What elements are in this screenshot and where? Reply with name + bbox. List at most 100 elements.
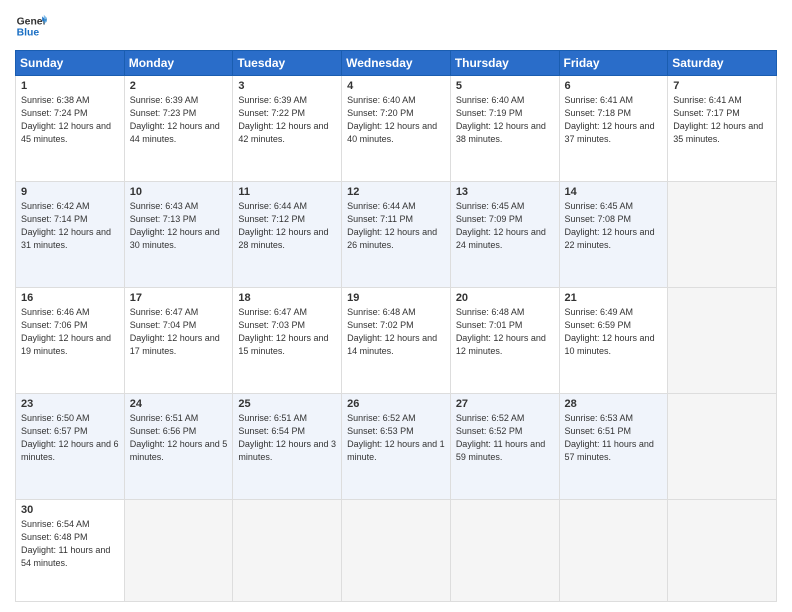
- calendar-cell: 13 Sunrise: 6:45 AMSunset: 7:09 PMDayligh…: [450, 181, 559, 287]
- calendar-cell: [668, 499, 777, 601]
- day-number: 24: [130, 398, 228, 410]
- day-number: 16: [21, 292, 119, 304]
- logo-icon: General Blue: [15, 10, 47, 42]
- day-info: Sunrise: 6:44 AMSunset: 7:11 PMDaylight:…: [347, 200, 445, 252]
- calendar-cell: 25 Sunrise: 6:51 AMSunset: 6:54 PMDayligh…: [233, 393, 342, 499]
- calendar-table: SundayMondayTuesdayWednesdayThursdayFrid…: [15, 50, 777, 602]
- calendar-cell: 19 Sunrise: 6:48 AMSunset: 7:02 PMDayligh…: [342, 287, 451, 393]
- calendar-cell: [450, 499, 559, 601]
- calendar-cell: 23 Sunrise: 6:50 AMSunset: 6:57 PMDayligh…: [16, 393, 125, 499]
- day-info: Sunrise: 6:52 AMSunset: 6:53 PMDaylight:…: [347, 412, 445, 464]
- day-number: 27: [456, 398, 554, 410]
- day-header-saturday: Saturday: [668, 51, 777, 76]
- day-number: 26: [347, 398, 445, 410]
- day-info: Sunrise: 6:45 AMSunset: 7:09 PMDaylight:…: [456, 200, 554, 252]
- header: General Blue: [15, 10, 777, 42]
- calendar-cell: 26 Sunrise: 6:52 AMSunset: 6:53 PMDayligh…: [342, 393, 451, 499]
- day-info: Sunrise: 6:45 AMSunset: 7:08 PMDaylight:…: [565, 200, 663, 252]
- svg-text:Blue: Blue: [17, 28, 40, 39]
- day-info: Sunrise: 6:41 AMSunset: 7:18 PMDaylight:…: [565, 94, 663, 146]
- calendar-cell: 17 Sunrise: 6:47 AMSunset: 7:04 PMDayligh…: [124, 287, 233, 393]
- day-info: Sunrise: 6:40 AMSunset: 7:19 PMDaylight:…: [456, 94, 554, 146]
- day-number: 30: [21, 504, 119, 516]
- day-number: 4: [347, 80, 445, 92]
- day-number: 20: [456, 292, 554, 304]
- calendar-cell: [124, 499, 233, 601]
- calendar-cell: 4 Sunrise: 6:40 AMSunset: 7:20 PMDaylight…: [342, 76, 451, 182]
- calendar-cell: 11 Sunrise: 6:44 AMSunset: 7:12 PMDayligh…: [233, 181, 342, 287]
- calendar-header-row: SundayMondayTuesdayWednesdayThursdayFrid…: [16, 51, 777, 76]
- day-info: Sunrise: 6:43 AMSunset: 7:13 PMDaylight:…: [130, 200, 228, 252]
- calendar-cell: 6 Sunrise: 6:41 AMSunset: 7:18 PMDaylight…: [559, 76, 668, 182]
- day-number: 1: [21, 80, 119, 92]
- day-info: Sunrise: 6:50 AMSunset: 6:57 PMDaylight:…: [21, 412, 119, 464]
- day-info: Sunrise: 6:44 AMSunset: 7:12 PMDaylight:…: [238, 200, 336, 252]
- calendar-cell: 12 Sunrise: 6:44 AMSunset: 7:11 PMDayligh…: [342, 181, 451, 287]
- day-info: Sunrise: 6:41 AMSunset: 7:17 PMDaylight:…: [673, 94, 771, 146]
- calendar-cell: [668, 287, 777, 393]
- day-header-thursday: Thursday: [450, 51, 559, 76]
- day-number: 3: [238, 80, 336, 92]
- day-info: Sunrise: 6:51 AMSunset: 6:54 PMDaylight:…: [238, 412, 336, 464]
- day-number: 6: [565, 80, 663, 92]
- calendar-cell: [668, 393, 777, 499]
- calendar-cell: 27 Sunrise: 6:52 AMSunset: 6:52 PMDayligh…: [450, 393, 559, 499]
- day-number: 23: [21, 398, 119, 410]
- day-number: 28: [565, 398, 663, 410]
- day-number: 18: [238, 292, 336, 304]
- calendar-cell: 28 Sunrise: 6:53 AMSunset: 6:51 PMDayligh…: [559, 393, 668, 499]
- calendar-cell: 21 Sunrise: 6:49 AMSunset: 6:59 PMDayligh…: [559, 287, 668, 393]
- day-header-friday: Friday: [559, 51, 668, 76]
- day-number: 19: [347, 292, 445, 304]
- day-info: Sunrise: 6:42 AMSunset: 7:14 PMDaylight:…: [21, 200, 119, 252]
- calendar-cell: 24 Sunrise: 6:51 AMSunset: 6:56 PMDayligh…: [124, 393, 233, 499]
- day-number: 12: [347, 186, 445, 198]
- calendar-cell: [342, 499, 451, 601]
- day-info: Sunrise: 6:54 AMSunset: 6:48 PMDaylight:…: [21, 518, 119, 570]
- day-number: 21: [565, 292, 663, 304]
- calendar-cell: 5 Sunrise: 6:40 AMSunset: 7:19 PMDaylight…: [450, 76, 559, 182]
- calendar-cell: 30 Sunrise: 6:54 AMSunset: 6:48 PMDayligh…: [16, 499, 125, 601]
- day-info: Sunrise: 6:39 AMSunset: 7:22 PMDaylight:…: [238, 94, 336, 146]
- day-info: Sunrise: 6:51 AMSunset: 6:56 PMDaylight:…: [130, 412, 228, 464]
- page: General Blue SundayMondayTuesdayWednesda…: [0, 0, 792, 612]
- calendar-cell: [233, 499, 342, 601]
- calendar-cell: 9 Sunrise: 6:42 AMSunset: 7:14 PMDaylight…: [16, 181, 125, 287]
- calendar-cell: 2 Sunrise: 6:39 AMSunset: 7:23 PMDaylight…: [124, 76, 233, 182]
- day-info: Sunrise: 6:48 AMSunset: 7:02 PMDaylight:…: [347, 306, 445, 358]
- day-number: 25: [238, 398, 336, 410]
- day-info: Sunrise: 6:39 AMSunset: 7:23 PMDaylight:…: [130, 94, 228, 146]
- logo: General Blue: [15, 10, 51, 42]
- calendar-cell: 3 Sunrise: 6:39 AMSunset: 7:22 PMDaylight…: [233, 76, 342, 182]
- day-header-monday: Monday: [124, 51, 233, 76]
- day-number: 17: [130, 292, 228, 304]
- day-number: 14: [565, 186, 663, 198]
- day-info: Sunrise: 6:48 AMSunset: 7:01 PMDaylight:…: [456, 306, 554, 358]
- calendar-cell: [559, 499, 668, 601]
- calendar-cell: 1 Sunrise: 6:38 AMSunset: 7:24 PMDaylight…: [16, 76, 125, 182]
- calendar-cell: 10 Sunrise: 6:43 AMSunset: 7:13 PMDayligh…: [124, 181, 233, 287]
- day-info: Sunrise: 6:53 AMSunset: 6:51 PMDaylight:…: [565, 412, 663, 464]
- calendar-cell: 20 Sunrise: 6:48 AMSunset: 7:01 PMDayligh…: [450, 287, 559, 393]
- calendar-cell: [668, 181, 777, 287]
- calendar-cell: 16 Sunrise: 6:46 AMSunset: 7:06 PMDayligh…: [16, 287, 125, 393]
- day-number: 10: [130, 186, 228, 198]
- day-info: Sunrise: 6:52 AMSunset: 6:52 PMDaylight:…: [456, 412, 554, 464]
- day-header-tuesday: Tuesday: [233, 51, 342, 76]
- day-info: Sunrise: 6:38 AMSunset: 7:24 PMDaylight:…: [21, 94, 119, 146]
- day-info: Sunrise: 6:40 AMSunset: 7:20 PMDaylight:…: [347, 94, 445, 146]
- day-number: 9: [21, 186, 119, 198]
- day-number: 11: [238, 186, 336, 198]
- calendar-cell: 14 Sunrise: 6:45 AMSunset: 7:08 PMDayligh…: [559, 181, 668, 287]
- day-info: Sunrise: 6:47 AMSunset: 7:04 PMDaylight:…: [130, 306, 228, 358]
- day-header-wednesday: Wednesday: [342, 51, 451, 76]
- day-number: 13: [456, 186, 554, 198]
- day-info: Sunrise: 6:46 AMSunset: 7:06 PMDaylight:…: [21, 306, 119, 358]
- calendar-cell: 18 Sunrise: 6:47 AMSunset: 7:03 PMDayligh…: [233, 287, 342, 393]
- day-info: Sunrise: 6:49 AMSunset: 6:59 PMDaylight:…: [565, 306, 663, 358]
- day-number: 2: [130, 80, 228, 92]
- day-info: Sunrise: 6:47 AMSunset: 7:03 PMDaylight:…: [238, 306, 336, 358]
- day-number: 7: [673, 80, 771, 92]
- calendar-cell: 7 Sunrise: 6:41 AMSunset: 7:17 PMDaylight…: [668, 76, 777, 182]
- day-number: 5: [456, 80, 554, 92]
